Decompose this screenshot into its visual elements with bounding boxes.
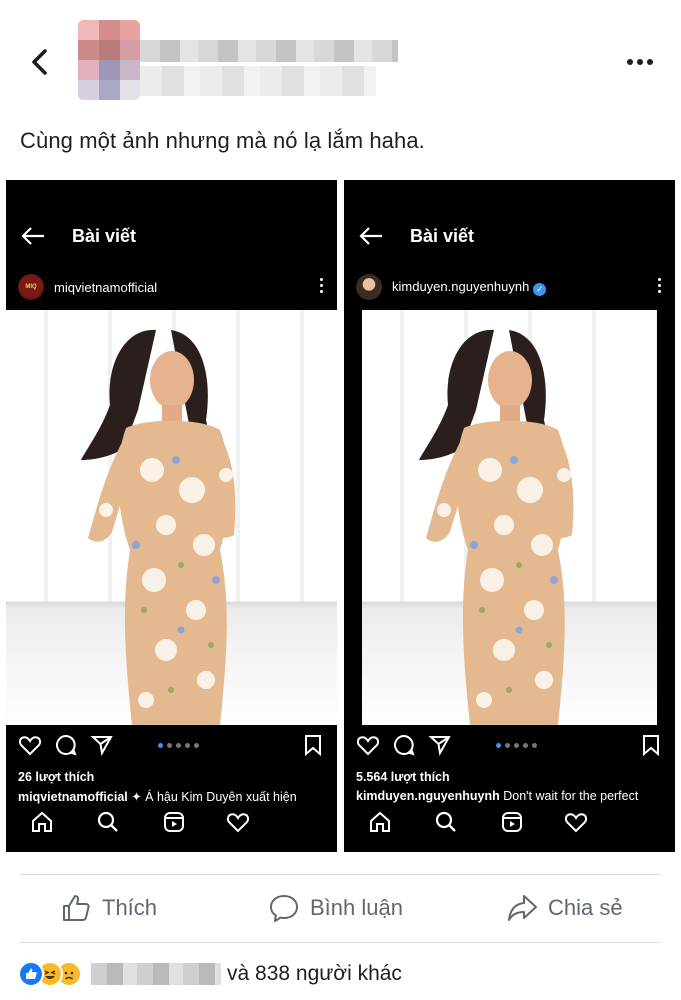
home-icon[interactable] (368, 810, 392, 834)
search-icon[interactable] (434, 810, 458, 834)
carousel-dots (496, 743, 537, 748)
arrow-left-icon (359, 227, 382, 245)
ig-like-count: 5.564 lượt thích (356, 770, 450, 784)
reactor-names-blurred (91, 963, 221, 985)
ig-avatar (356, 274, 382, 300)
ig-user-row: MIQ miqvietnamofficial (18, 274, 157, 300)
like-icon (18, 961, 44, 987)
arrow-left-icon (21, 227, 44, 245)
ig-header: Bài viết MIQ miqvietnamofficial (6, 180, 337, 310)
ig-caption-user: kimduyen.nguyenhuynh (356, 789, 500, 803)
chevron-left-icon (32, 49, 47, 75)
ig-header: Bài viết kimduyen.nguyenhuynh ✓ (344, 180, 675, 310)
divider (20, 942, 661, 943)
send-icon[interactable] (428, 733, 452, 757)
heart-icon[interactable] (356, 733, 380, 757)
ig-avatar: MIQ (18, 274, 44, 300)
ig-caption-text: ✦ Á hậu Kim Duyên xuất hiện (127, 790, 297, 804)
bookmark-icon[interactable] (639, 733, 663, 757)
ig-page-title: Bài viết (410, 226, 475, 246)
reaction-count-text: và 838 người khác (227, 962, 402, 985)
carousel-dots (158, 743, 199, 748)
send-icon[interactable] (90, 733, 114, 757)
ig-action-bar (18, 733, 325, 763)
comment-label: Bình luận (310, 895, 403, 920)
post-header (0, 0, 681, 110)
reels-icon[interactable] (500, 810, 524, 834)
divider (20, 874, 661, 875)
woman-in-floral-dress-image (81, 329, 236, 725)
bookmark-icon[interactable] (301, 733, 325, 757)
dot-icon (627, 59, 633, 65)
author-avatar-blurred[interactable] (78, 20, 140, 100)
woman-in-floral-dress-image (419, 329, 574, 725)
ig-screenshot-right[interactable]: Bài viết kimduyen.nguyenhuynh ✓ 5.564 lư… (344, 180, 675, 852)
kebab-icon (320, 278, 323, 293)
ig-caption-text: Don't wait for the perfect (499, 789, 639, 803)
ig-page-title: Bài viết (72, 226, 137, 246)
letterbox-bar (657, 310, 675, 725)
kebab-icon (658, 278, 661, 293)
ig-screenshot-left[interactable]: Bài viết MIQ miqvietnamofficial 26 lượt … (6, 180, 337, 852)
ig-user-row: kimduyen.nguyenhuynh ✓ (356, 274, 547, 300)
heart-icon[interactable] (226, 810, 250, 834)
like-label: Thích (102, 895, 158, 920)
ig-caption: kimduyen.nguyenhuynh Don't wait for the … (356, 789, 669, 803)
comment-icon[interactable] (392, 733, 416, 757)
share-label: Chia sẻ (548, 895, 623, 920)
reactions-summary[interactable]: và 838 người khác (18, 955, 402, 993)
ig-photo (6, 310, 337, 725)
back-button[interactable] (22, 40, 58, 84)
ig-action-bar (356, 733, 663, 763)
ig-caption: miqvietnamofficial ✦ Á hậu Kim Duyên xuấ… (18, 789, 331, 804)
search-icon[interactable] (96, 810, 120, 834)
ig-like-count: 26 lượt thích (18, 770, 95, 784)
ig-caption-user: miqvietnamofficial (18, 790, 128, 804)
ig-bottom-nav (26, 810, 317, 838)
share-button[interactable]: Chia sẻ (506, 890, 623, 926)
comment-button[interactable]: Bình luận (268, 890, 403, 926)
dot-icon (637, 59, 643, 65)
share-arrow-icon (508, 895, 537, 921)
dot-icon (647, 59, 653, 65)
post-meta-blurred (140, 66, 376, 96)
home-icon[interactable] (30, 810, 54, 834)
ig-username: miqvietnamofficial (54, 279, 158, 295)
thumbs-up-icon (63, 895, 90, 921)
reels-icon[interactable] (162, 810, 186, 834)
like-button[interactable]: Thích (60, 890, 157, 926)
comment-bubble-icon (270, 895, 298, 922)
heart-icon[interactable] (564, 810, 588, 834)
ig-username: kimduyen.nguyenhuynh ✓ (392, 278, 547, 296)
more-options-button[interactable] (623, 50, 657, 74)
letterbox-bar (344, 310, 362, 725)
post-caption: Cùng một ảnh nhưng mà nó lạ lắm haha. (20, 128, 425, 153)
ig-bottom-nav (364, 810, 655, 838)
verified-badge-icon: ✓ (533, 282, 547, 296)
comment-icon[interactable] (54, 733, 78, 757)
ig-photo (362, 310, 657, 725)
author-name-blurred[interactable] (140, 40, 398, 62)
heart-icon[interactable] (18, 733, 42, 757)
ig-username-text: kimduyen.nguyenhuynh (392, 278, 530, 294)
post-action-bar: Thích Bình luận Chia sẻ (0, 878, 681, 940)
